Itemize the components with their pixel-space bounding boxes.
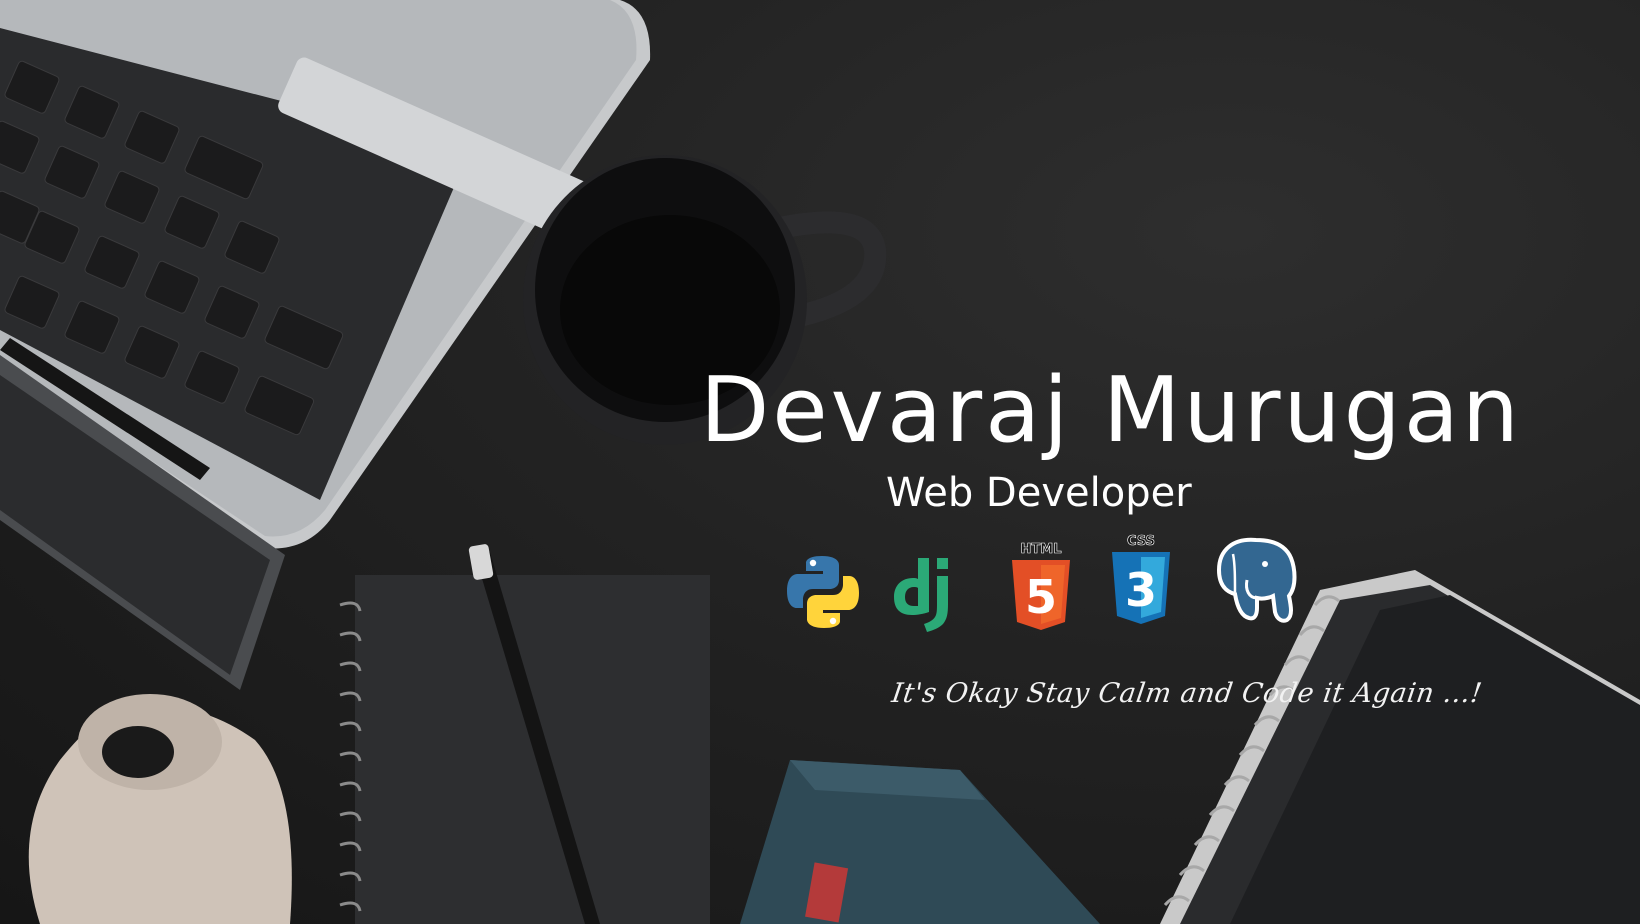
tagline-text: It's Okay Stay Calm and Code it Again ..… xyxy=(889,678,1485,709)
tech-stack-icons: HTML 5 CSS 3 xyxy=(780,534,1300,632)
house-ornament-image xyxy=(740,760,1100,924)
html5-icon: HTML 5 xyxy=(1012,542,1070,630)
html5-glyph: 5 xyxy=(1025,570,1057,624)
python-icon xyxy=(787,556,859,628)
css3-glyph: 3 xyxy=(1125,563,1157,617)
django-icon xyxy=(894,558,948,632)
css3-icon: CSS 3 xyxy=(1112,534,1170,624)
notebook-image xyxy=(339,544,710,924)
postgresql-icon xyxy=(1216,537,1297,623)
profile-name: Devaraj Murugan xyxy=(700,358,1522,463)
css3-label: CSS xyxy=(1127,534,1155,549)
vase-image xyxy=(28,694,292,924)
html5-label: HTML xyxy=(1021,542,1062,557)
profile-banner: Devaraj Murugan Web Developer HTML 5 CSS xyxy=(0,0,1640,924)
profile-role: Web Developer xyxy=(886,470,1192,516)
